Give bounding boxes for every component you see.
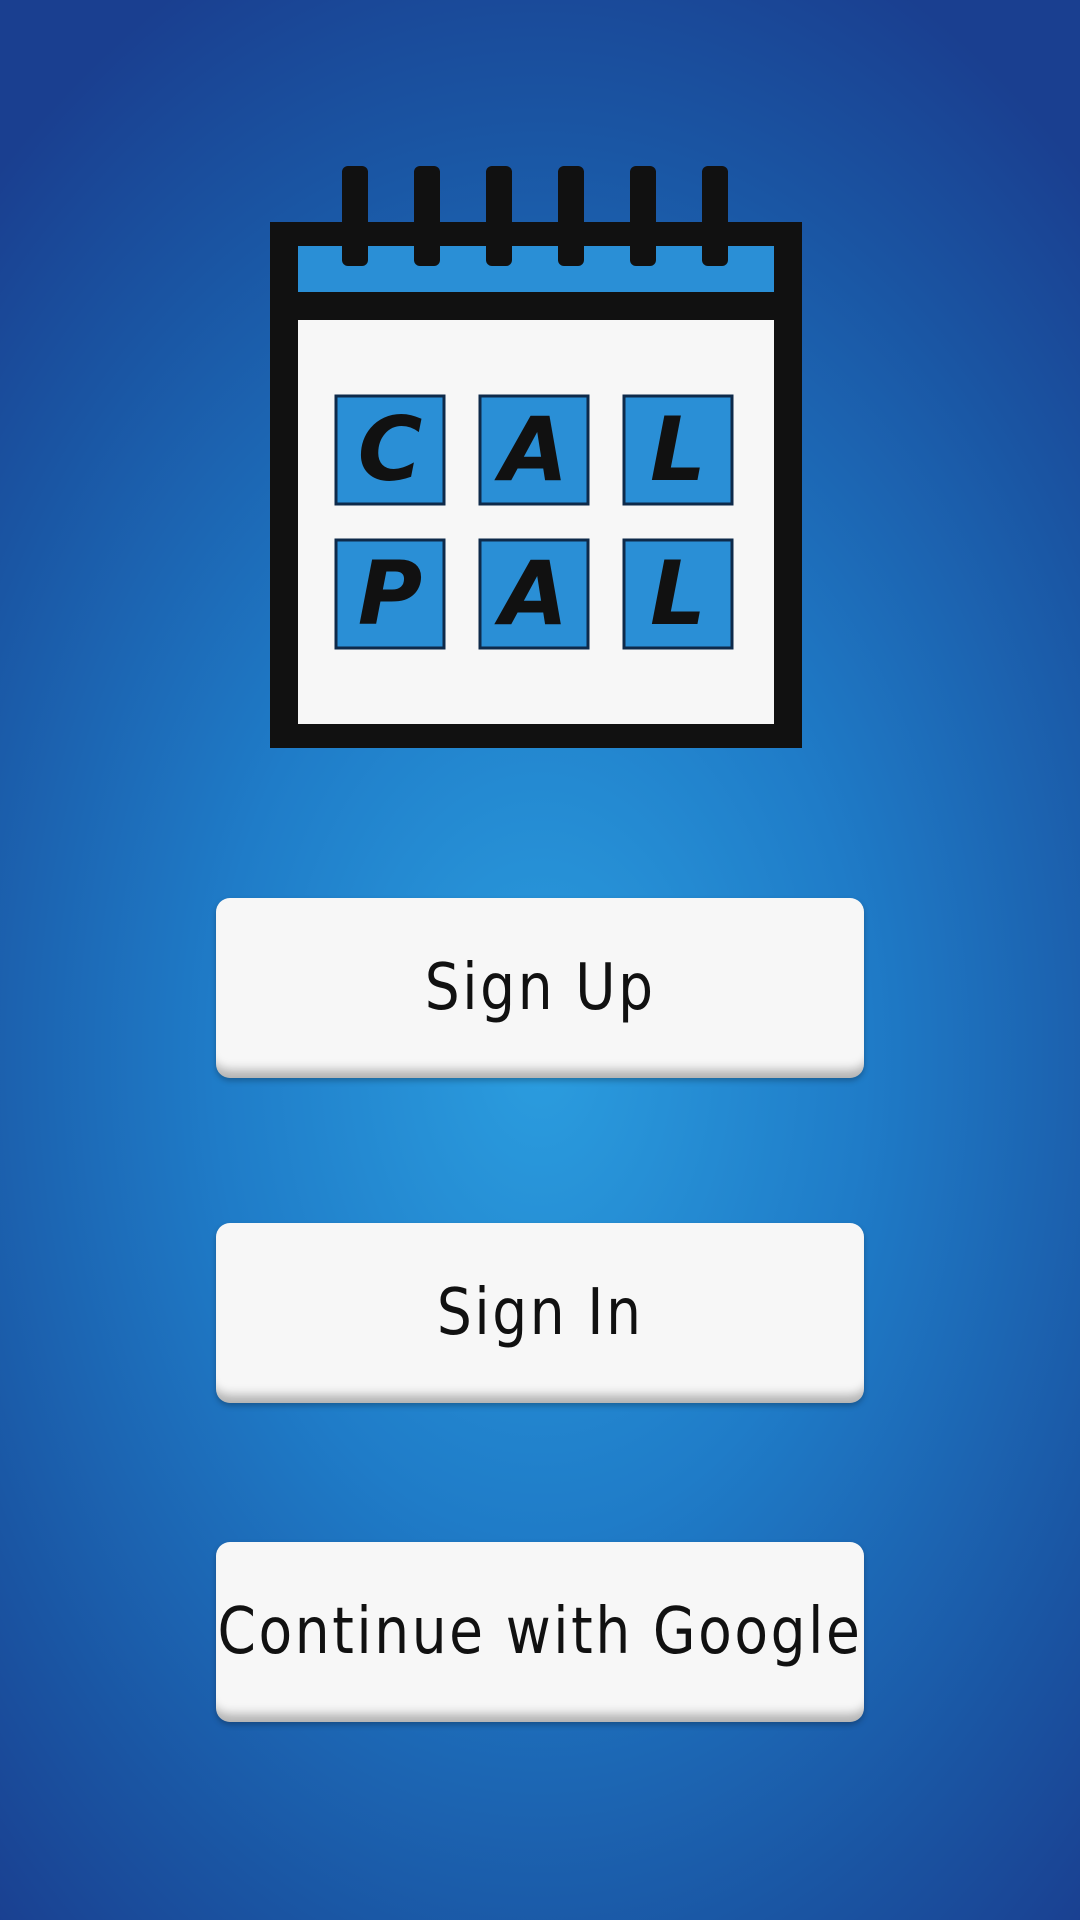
calendar-page: [298, 320, 774, 724]
calpal-logo: C A L P A L: [262, 160, 810, 760]
continue-with-google-button[interactable]: Continue with Google: [216, 1542, 864, 1722]
sign-in-button[interactable]: Sign In: [216, 1223, 864, 1403]
logo-letter: A: [494, 398, 568, 501]
logo-letter: C: [358, 398, 423, 501]
sign-in-label: Sign In: [436, 1276, 644, 1350]
logo-letter: L: [650, 542, 706, 645]
sign-up-label: Sign Up: [424, 951, 656, 1025]
calendar-icon: C A L P A L: [270, 166, 802, 748]
logo-letter: L: [650, 398, 706, 501]
continue-with-google-label: Continue with Google: [217, 1595, 863, 1669]
sign-up-button[interactable]: Sign Up: [216, 898, 864, 1078]
logo-letter: P: [358, 542, 423, 645]
logo-letter: A: [494, 542, 568, 645]
